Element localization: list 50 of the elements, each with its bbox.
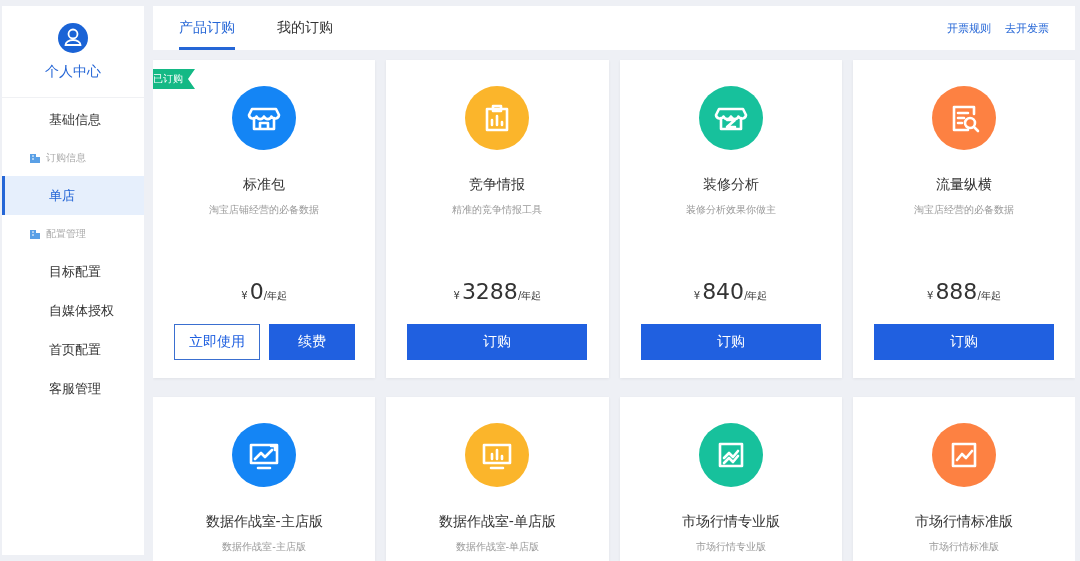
- product-title: 市场行情标准版: [914, 513, 1013, 531]
- building-icon: [30, 228, 40, 239]
- sidebar-item[interactable]: 单店: [2, 176, 144, 215]
- sidebar-item[interactable]: 首页配置: [2, 330, 144, 369]
- price-unit: /年起: [517, 290, 542, 303]
- product-description: 装修分析效果你做主: [685, 203, 776, 217]
- product-description: 数据作战室-单店版: [455, 540, 540, 554]
- sidebar-title: 个人中心: [45, 63, 101, 81]
- order-button[interactable]: 订购: [407, 324, 588, 360]
- product-title: 装修分析: [702, 176, 759, 194]
- currency-symbol: ¥: [241, 290, 248, 301]
- product-title: 标准包: [243, 176, 286, 194]
- product-description: 市场行情专业版: [695, 540, 766, 554]
- sidebar-group-label: 订购信息: [46, 150, 86, 165]
- header-link[interactable]: 开票规则: [947, 20, 991, 36]
- currency-symbol: ¥: [927, 290, 934, 301]
- tab[interactable]: 产品订购: [179, 6, 235, 50]
- currency-symbol: ¥: [693, 290, 701, 301]
- user-avatar-icon: [58, 23, 88, 53]
- product-title: 流量纵横: [935, 176, 992, 194]
- header-link[interactable]: 去开发票: [1005, 20, 1049, 36]
- price: 888: [935, 279, 978, 304]
- order-button[interactable]: 续费: [268, 324, 355, 360]
- sidebar-item[interactable]: 客服管理: [2, 369, 144, 408]
- sidebar-item[interactable]: 基础信息: [2, 100, 144, 139]
- price: 3288: [461, 279, 518, 304]
- product-title: 竞争情报: [469, 176, 526, 194]
- price-unit: /年起: [263, 290, 287, 303]
- sidebar-group-label: 配置管理: [46, 226, 86, 241]
- currency-symbol: ¥: [453, 290, 460, 301]
- price-unit: /年起: [744, 290, 768, 303]
- product-description: 淘宝店铺经营的必备数据: [209, 203, 320, 217]
- order-button[interactable]: 订购: [640, 324, 821, 360]
- product-description: 精准的竞争情报工具: [452, 203, 543, 217]
- building-icon: [30, 152, 40, 163]
- sidebar-item[interactable]: 目标配置: [2, 252, 144, 291]
- use-button[interactable]: 立即使用: [173, 324, 260, 360]
- product-title: 市场行情专业版: [681, 513, 780, 531]
- price: 840: [702, 279, 745, 304]
- product-description: 市场行情标准版: [928, 540, 999, 554]
- tab[interactable]: 我的订购: [277, 6, 333, 50]
- subscribed-badge: 已订购: [153, 69, 195, 89]
- price: 0: [249, 279, 264, 304]
- product-title: 数据作战室-主店版: [205, 513, 323, 531]
- product-description: 淘宝店经营的必备数据: [913, 203, 1014, 217]
- product-description: 数据作战室-主店版: [222, 540, 306, 554]
- product-title: 数据作战室-单店版: [438, 513, 556, 531]
- order-button[interactable]: 订购: [873, 324, 1054, 360]
- sidebar-item[interactable]: 自媒体授权: [2, 291, 144, 330]
- price-unit: /年起: [977, 290, 1001, 303]
